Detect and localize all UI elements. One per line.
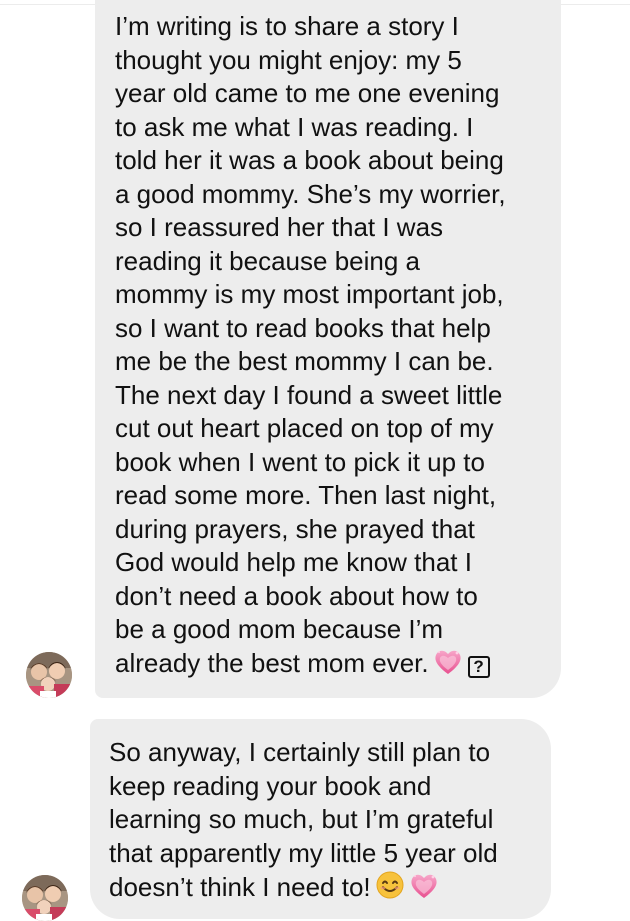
message-line: mommy is my most important job, [115,279,504,309]
message-line: God would help me know that I [115,547,472,577]
message-line: that apparently my little 5 year old [109,837,498,868]
message-line: me be the best mommy I can be. [115,346,494,376]
message-line: So anyway, I certainly still plan to [109,737,491,767]
message-line: during prayers, she prayed that [115,513,475,544]
message-line: so I want to read books that help [115,312,491,343]
message-last-line: doesn’t think I need to! [109,870,541,909]
message-line: read some more. Then last night, [115,480,497,510]
message-line: I’m writing is to share a story I [115,11,459,41]
message-line: learning so much, but I’m grateful [109,804,494,834]
avatar[interactable] [22,875,68,921]
message-line: book when I went to pick it up to [115,446,485,477]
message-line: reading it because being a [115,245,421,276]
message-line: don’t need a book about how to [115,580,478,611]
message-line: thought you might enjoy: my 5 [115,44,462,75]
message-text: So anyway, I certainly still plan to kee… [109,736,541,909]
message-text: I’m writing is to share a story I though… [115,10,551,684]
message-line: doesn’t think I need to! [109,872,371,902]
message-line: keep reading your book and [109,770,432,801]
smiling-face-icon [375,870,405,909]
avatar[interactable] [26,652,72,698]
message-line: year old came to me one evening [115,78,500,108]
sparkling-heart-icon [409,872,439,909]
message-line: to ask me what I was reading. I [115,111,474,142]
message-line: a good mommy. She’s my worrier, [115,178,506,209]
message-line: be a good mom because I’m [115,614,444,644]
message-line: told her it was a book about being [115,145,504,175]
missing-glyph-icon: ? [467,655,490,678]
message-line: already the best mom ever. [115,647,429,678]
message-bubble[interactable]: I’m writing is to share a story I though… [95,0,561,698]
sparkling-heart-icon [433,648,463,685]
message-line: cut out heart placed on top of my [115,413,494,443]
message-line: The next day I found a sweet little [115,379,503,410]
message-line: so I reassured her that I was [115,212,444,242]
message-bubble[interactable]: So anyway, I certainly still plan to kee… [90,719,551,919]
message-last-line: already the best mom ever.? [115,647,551,685]
